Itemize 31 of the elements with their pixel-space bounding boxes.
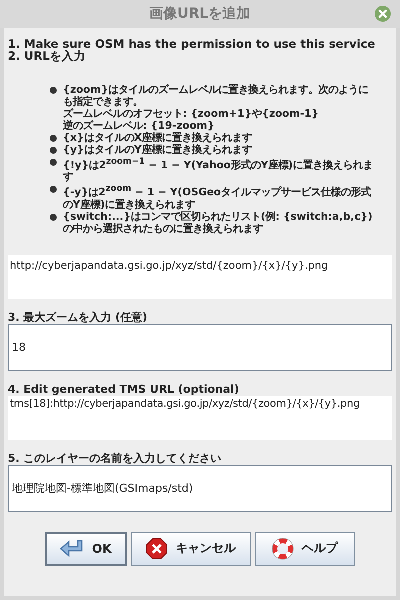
field-label: 3. 最大ズームを入力 (任意) xyxy=(8,310,149,324)
url-field[interactable]: http://cyberjapandata.gsi.go.jp/xyz/std/{zoom}/{x}/{y}.png xyxy=(8,254,392,299)
bullet-icon xyxy=(50,214,57,221)
cancel-button[interactable]: キャンセル xyxy=(131,532,251,566)
help-text: ズームレベルのオフセット: {zoom+1}や{zoom-1} xyxy=(63,108,320,120)
help-text: {!y}は2$^{zoom−1}$ − 1 − Y(Yahoo形式のY座標)に置き換えられます xyxy=(63,156,374,184)
field-label: 4. Edit generated TMS URL (optional) xyxy=(8,382,240,396)
close-icon[interactable] xyxy=(375,6,391,22)
help-text: {x}はタイルのX座標に置き換えられます xyxy=(63,132,254,144)
help-text: {y}はタイルのY座標に置き換えられます xyxy=(63,144,253,156)
instruction-text: 1. Make sure OSM has the permission to use this service xyxy=(8,38,376,50)
help-text: {zoom}はタイルのズームレベルに置き換えられます。次のようにも指定できます。 xyxy=(63,84,370,108)
bullet-icon xyxy=(50,135,57,142)
max-zoom-field[interactable]: 18 xyxy=(8,324,392,371)
bullet-icon xyxy=(50,87,57,94)
tms-url-field[interactable]: tms[18]:http://cyberjapandata.gsi.go.jp/xyz/std/{zoom}/{x}/{y}.png xyxy=(8,396,392,440)
bullet-icon xyxy=(50,147,57,154)
help-text: 逆のズームレベル: {19-zoom} xyxy=(63,120,216,132)
field-label: 5. このレイヤーの名前を入力してください xyxy=(8,452,223,465)
help-text: {-y}は2$^{zoom}$ − 1 − Y(OSGeoタイルマップサービス仕様の形式のY座標)に置き換えられます xyxy=(63,183,372,211)
ok-button[interactable]: OK xyxy=(45,532,127,566)
return-arrow-icon xyxy=(60,538,84,559)
bullet-icon xyxy=(50,186,57,194)
cancel-icon xyxy=(146,538,168,560)
help-button[interactable]: ヘルプ xyxy=(255,532,355,566)
layer-name-field[interactable]: 地理院地図-標準地図(GSImaps/std) xyxy=(8,464,392,512)
instruction-text: 2. URLを入力 xyxy=(8,50,87,62)
window-title: 画像URLを追加 xyxy=(149,5,251,23)
bullet-icon xyxy=(50,159,57,166)
help-text: {switch:...}はコンマで区切られたリスト(例: {switch:a,b,c})の中から選択されたものに置き換えられます xyxy=(63,210,374,235)
life-ring-icon xyxy=(272,538,294,560)
